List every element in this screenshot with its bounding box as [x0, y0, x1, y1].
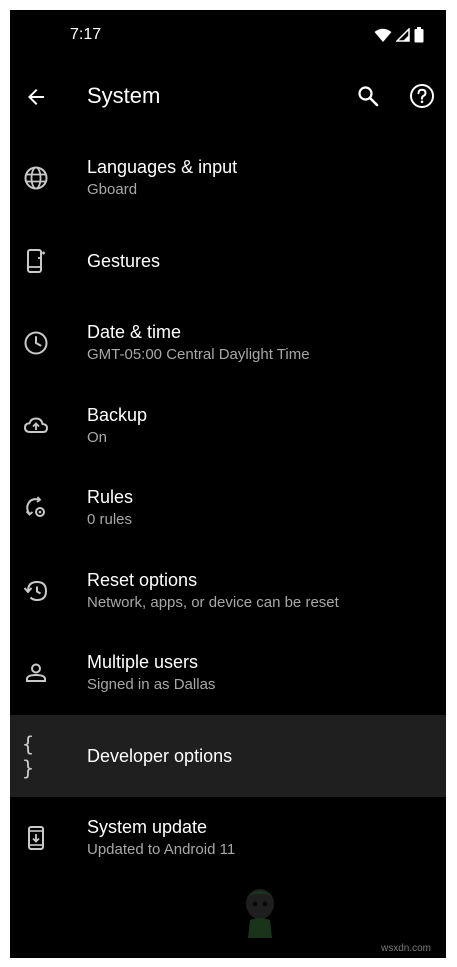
person-icon: [22, 659, 50, 687]
settings-item-developer-options[interactable]: { } Developer options: [10, 714, 446, 797]
help-icon[interactable]: [408, 82, 436, 110]
settings-item-subtitle: GMT-05:00 Central Daylight Time: [87, 346, 310, 364]
status-time: 7:17: [70, 26, 102, 43]
wifi-icon: [374, 28, 392, 48]
system-update-icon: [22, 824, 50, 852]
settings-item-title: Backup: [87, 404, 148, 425]
clock-icon: [22, 329, 50, 357]
settings-item-backup[interactable]: Backup On: [10, 385, 446, 468]
settings-item-subtitle: Updated to Android 11: [87, 841, 236, 859]
settings-item-text: Developer options: [87, 745, 436, 767]
settings-item-text: Rules 0 rules: [87, 486, 436, 530]
history-icon: [22, 577, 50, 605]
settings-item-text: Backup On: [87, 404, 436, 448]
settings-item-multiple-users[interactable]: Multiple users Signed in as Dallas: [10, 632, 446, 715]
gestures-phone-icon: [22, 247, 50, 275]
settings-item-title: System update: [87, 817, 208, 838]
arrow-back-icon[interactable]: [22, 83, 50, 111]
watermark: wsxdn.com: [381, 943, 432, 954]
settings-item-subtitle: On: [87, 428, 108, 446]
search-icon[interactable]: [354, 82, 382, 110]
settings-item-text: Multiple users Signed in as Dallas: [87, 651, 436, 695]
settings-item-rules[interactable]: Rules 0 rules: [10, 467, 446, 550]
mascot-logo-icon: [246, 889, 274, 938]
settings-item-reset-options[interactable]: Reset options Network, apps, or device c…: [10, 550, 446, 633]
settings-item-languages[interactable]: Languages & input Gboard: [10, 137, 446, 220]
settings-item-text: Date & time GMT-05:00 Central Daylight T…: [87, 321, 436, 365]
battery-icon: [414, 27, 424, 48]
settings-list: Languages & input Gboard Gestures Date &…: [10, 137, 446, 880]
settings-item-subtitle: Network, apps, or device can be reset: [87, 593, 339, 611]
settings-item-system-update[interactable]: System update Updated to Android 11: [10, 797, 446, 880]
page-title: System: [87, 83, 161, 108]
rules-icon: [22, 494, 50, 522]
braces-icon: { }: [22, 732, 50, 780]
settings-item-text: Languages & input Gboard: [87, 156, 436, 200]
globe-icon: [22, 164, 50, 192]
cloud-upload-icon: [22, 412, 50, 440]
settings-item-text: Reset options Network, apps, or device c…: [87, 569, 436, 613]
settings-item-title: Date & time: [87, 322, 182, 343]
status-bar: 7:17: [10, 10, 446, 60]
settings-item-date-time[interactable]: Date & time GMT-05:00 Central Daylight T…: [10, 302, 446, 385]
settings-item-title: Developer options: [87, 745, 233, 766]
braces-glyph: { }: [22, 731, 39, 780]
settings-item-subtitle: 0 rules: [87, 511, 133, 529]
settings-item-subtitle: Gboard: [87, 181, 138, 199]
settings-item-title: Reset options: [87, 569, 198, 590]
settings-item-title: Rules: [87, 487, 134, 508]
settings-item-title: Multiple users: [87, 652, 199, 673]
app-bar: System: [10, 65, 446, 129]
phone-screen: 7:17 System Languages & input Gboard Ges…: [10, 10, 446, 958]
settings-item-gestures[interactable]: Gestures: [10, 220, 446, 303]
signal-icon: [395, 27, 410, 47]
settings-item-title: Languages & input: [87, 157, 238, 178]
status-icons: [374, 27, 424, 48]
settings-item-text: System update Updated to Android 11: [87, 816, 436, 860]
settings-item-subtitle: Signed in as Dallas: [87, 676, 216, 694]
settings-item-text: Gestures: [87, 250, 436, 272]
settings-item-title: Gestures: [87, 250, 161, 271]
